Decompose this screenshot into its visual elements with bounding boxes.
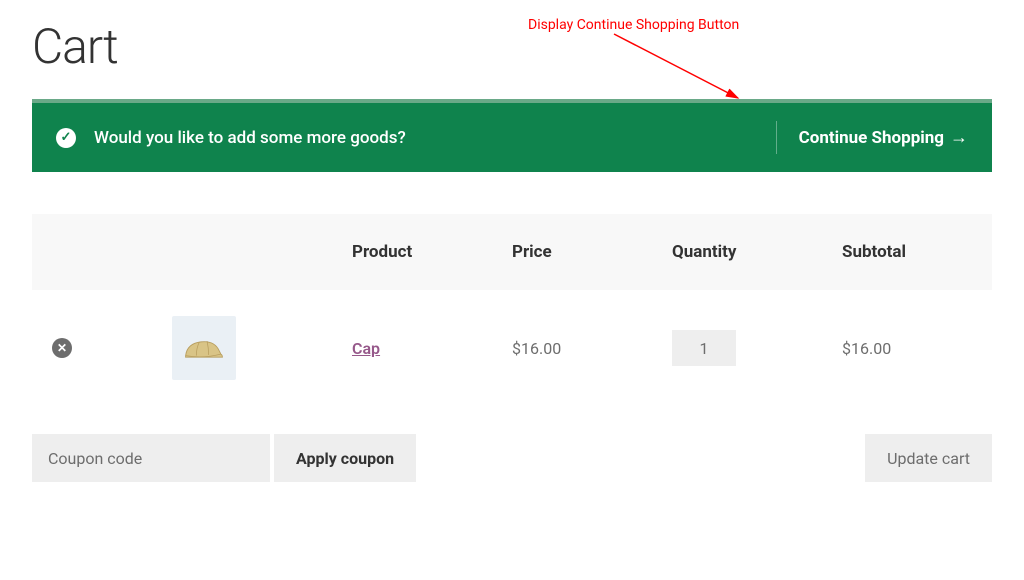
cart-table-header: Product Price Quantity Subtotal	[32, 214, 992, 290]
col-product: Product	[352, 242, 512, 262]
col-quantity: Quantity	[672, 242, 842, 262]
cart-table: Product Price Quantity Subtotal ✕ Cap $1…	[32, 214, 992, 406]
check-circle-icon: ✓	[56, 128, 76, 148]
arrow-right-icon: →	[950, 127, 968, 148]
continue-shopping-banner: ✓ Would you like to add some more goods?…	[32, 99, 992, 172]
banner-message: Would you like to add some more goods?	[94, 128, 406, 148]
close-icon: ✕	[57, 341, 67, 355]
product-link[interactable]: Cap	[352, 339, 380, 358]
item-price: $16.00	[512, 339, 672, 358]
cap-icon	[181, 332, 227, 364]
update-cart-button[interactable]: Update cart	[865, 434, 992, 482]
continue-shopping-label: Continue Shopping	[799, 128, 944, 148]
continue-shopping-button[interactable]: Continue Shopping →	[776, 121, 968, 154]
item-subtotal: $16.00	[842, 339, 972, 358]
remove-item-button[interactable]: ✕	[52, 338, 72, 358]
col-subtotal: Subtotal	[842, 242, 972, 262]
page-title: Cart	[32, 18, 992, 75]
banner-message-wrap: ✓ Would you like to add some more goods?	[56, 128, 776, 148]
quantity-input[interactable]	[672, 330, 736, 366]
apply-coupon-button[interactable]: Apply coupon	[274, 434, 416, 482]
table-row: ✕ Cap $16.00 $16.00	[32, 290, 992, 406]
col-price: Price	[512, 242, 672, 262]
coupon-code-input[interactable]	[32, 434, 270, 482]
product-thumbnail[interactable]	[172, 316, 236, 380]
cart-actions: Apply coupon Update cart	[32, 434, 992, 482]
